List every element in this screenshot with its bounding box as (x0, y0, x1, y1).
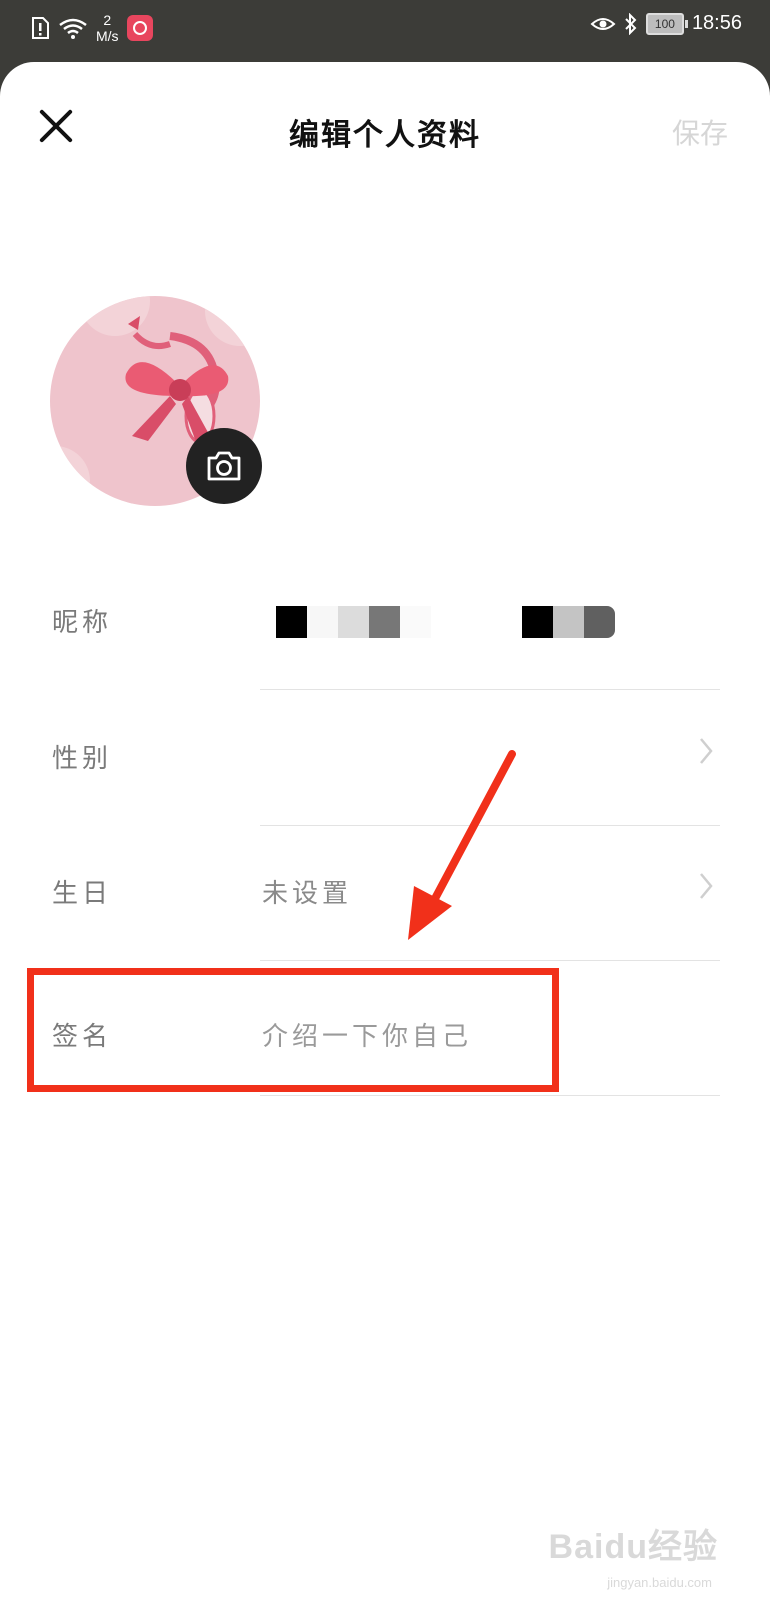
highlight-box (27, 968, 559, 1092)
watermark-url: jingyan.baidu.com (607, 1575, 712, 1590)
app-notification-icon (126, 15, 153, 41)
nickname-censored-value-2 (522, 606, 615, 638)
camera-icon (207, 451, 241, 481)
sim-alert-icon (32, 17, 49, 39)
chevron-right-icon (700, 738, 713, 764)
edit-profile-sheet: 编辑个人资料 保存 昵称 性别 生日 未设置 签名 介绍一下你自己 (0, 62, 770, 1600)
clock: 18:56 (691, 12, 742, 34)
birthday-value: 未设置 (262, 879, 353, 909)
bluetooth-icon (625, 12, 637, 35)
nickname-row[interactable]: 昵称 (0, 554, 770, 690)
birthday-row[interactable]: 生日 未设置 (0, 825, 770, 961)
network-speed-value: 2 (103, 12, 112, 28)
eye-comfort-icon (590, 17, 616, 30)
gender-label: 性别 (52, 744, 113, 774)
chevron-right-icon (700, 873, 713, 899)
save-button[interactable]: 保存 (672, 112, 728, 152)
divider (260, 1095, 720, 1096)
birthday-label: 生日 (52, 879, 113, 909)
gender-row[interactable]: 性别 (0, 690, 770, 826)
network-speed: 2 M/s (96, 12, 119, 44)
nickname-censored-value (276, 606, 431, 638)
page-title: 编辑个人资料 (289, 118, 481, 153)
wifi-icon (59, 18, 87, 39)
watermark-logo: Baidu经验 (548, 1528, 718, 1566)
red-arrow-annotation (408, 750, 516, 940)
status-bar: 2 M/s 100 18:56 (0, 0, 770, 60)
status-right: 100 18:56 (590, 12, 742, 35)
change-avatar-button[interactable] (186, 428, 262, 504)
battery-level: 100 (654, 16, 675, 31)
network-speed-unit: M/s (96, 28, 119, 44)
battery-indicator: 100 (645, 12, 688, 35)
status-left: 2 M/s (30, 12, 153, 44)
nickname-label: 昵称 (52, 608, 113, 638)
